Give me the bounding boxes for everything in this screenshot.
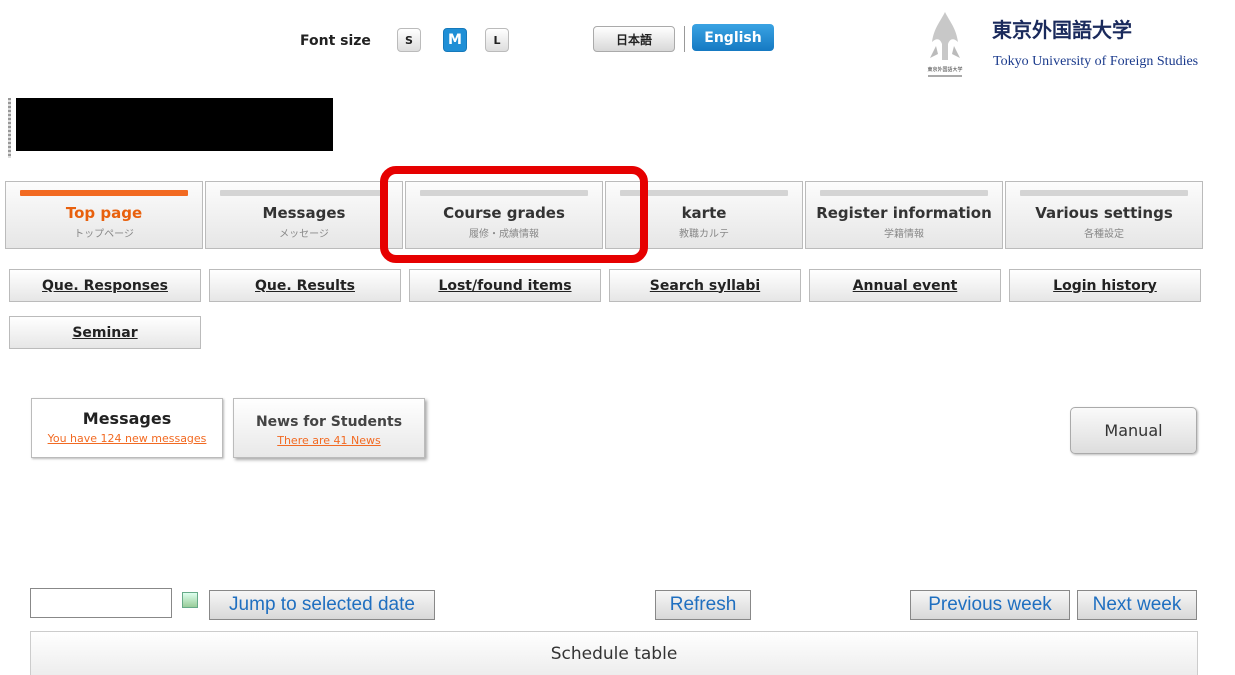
- language-divider: [684, 26, 685, 52]
- tab-indicator: [1020, 190, 1188, 196]
- tab-course-grades[interactable]: Course grades 履修・成績情報: [405, 181, 603, 249]
- jump-to-date-button[interactable]: Jump to selected date: [209, 590, 435, 620]
- tab-label: Various settings: [1035, 204, 1173, 222]
- tab-label: Messages: [262, 204, 346, 222]
- font-size-l-button[interactable]: L: [485, 28, 509, 52]
- date-input[interactable]: [30, 588, 172, 618]
- tab-indicator: [820, 190, 988, 196]
- next-week-button[interactable]: Next week: [1077, 590, 1197, 620]
- redacted-user-info: [16, 98, 333, 151]
- tab-sublabel: トップページ: [74, 229, 134, 240]
- schedule-table-header: Schedule table: [30, 631, 1198, 675]
- sub-nav-search-syllabi[interactable]: Search syllabi: [609, 269, 801, 302]
- tab-indicator: [620, 190, 788, 196]
- sub-nav-seminar[interactable]: Seminar: [9, 316, 201, 349]
- university-name-ja: 東京外国語大学: [992, 18, 1132, 42]
- sub-nav-que-responses[interactable]: Que. Responses: [9, 269, 201, 302]
- tab-top-page[interactable]: Top page トップページ: [5, 181, 203, 249]
- news-count-link[interactable]: There are 41 News: [234, 434, 424, 447]
- tab-register-information[interactable]: Register information 学籍情報: [805, 181, 1003, 249]
- tab-indicator: [220, 190, 388, 196]
- tab-various-settings[interactable]: Various settings 各種設定: [1005, 181, 1203, 249]
- university-emblem-icon: 東京外国語大学: [927, 12, 963, 77]
- tab-indicator: [20, 190, 188, 196]
- calendar-icon[interactable]: [182, 592, 198, 608]
- refresh-button[interactable]: Refresh: [655, 590, 751, 620]
- tab-label: karte: [681, 204, 727, 222]
- tab-sublabel: 履修・成績情報: [469, 229, 539, 240]
- new-messages-link[interactable]: You have 124 new messages: [32, 432, 222, 445]
- font-size-s-button[interactable]: S: [397, 28, 421, 52]
- tab-sublabel: 教職カルテ: [679, 229, 729, 240]
- tab-karte[interactable]: karte 教職カルテ: [605, 181, 803, 249]
- user-info-marker: [8, 98, 11, 158]
- university-name-en: Tokyo University of Foreign Studies: [993, 54, 1199, 69]
- tab-label: Top page: [65, 204, 143, 222]
- japanese-language-button[interactable]: 日本語: [593, 26, 675, 52]
- tab-messages[interactable]: Messages メッセージ: [205, 181, 403, 249]
- info-tab-title: News for Students: [255, 414, 403, 430]
- tab-label: Register information: [816, 204, 992, 222]
- news-info-tab[interactable]: News for Students There are 41 News: [233, 398, 425, 458]
- info-tab-title: Messages: [82, 409, 172, 428]
- manual-button[interactable]: Manual: [1070, 407, 1197, 454]
- tab-indicator: [420, 190, 588, 196]
- tab-sublabel: 各種設定: [1084, 229, 1124, 240]
- sub-nav-que-results[interactable]: Que. Results: [209, 269, 401, 302]
- sub-nav-login-history[interactable]: Login history: [1009, 269, 1201, 302]
- previous-week-button[interactable]: Previous week: [910, 590, 1070, 620]
- font-size-label: Font size: [300, 33, 371, 49]
- messages-info-tab[interactable]: Messages You have 124 new messages: [31, 398, 223, 458]
- font-size-m-button[interactable]: M: [443, 28, 467, 52]
- tab-sublabel: メッセージ: [279, 229, 329, 240]
- tab-sublabel: 学籍情報: [884, 229, 924, 240]
- tab-label: Course grades: [443, 204, 565, 222]
- sub-nav-annual-event[interactable]: Annual event: [809, 269, 1001, 302]
- emblem-caption: 東京外国語大学: [927, 66, 962, 73]
- sub-nav-lost-found-items[interactable]: Lost/found items: [409, 269, 601, 302]
- english-language-button[interactable]: English: [692, 24, 774, 51]
